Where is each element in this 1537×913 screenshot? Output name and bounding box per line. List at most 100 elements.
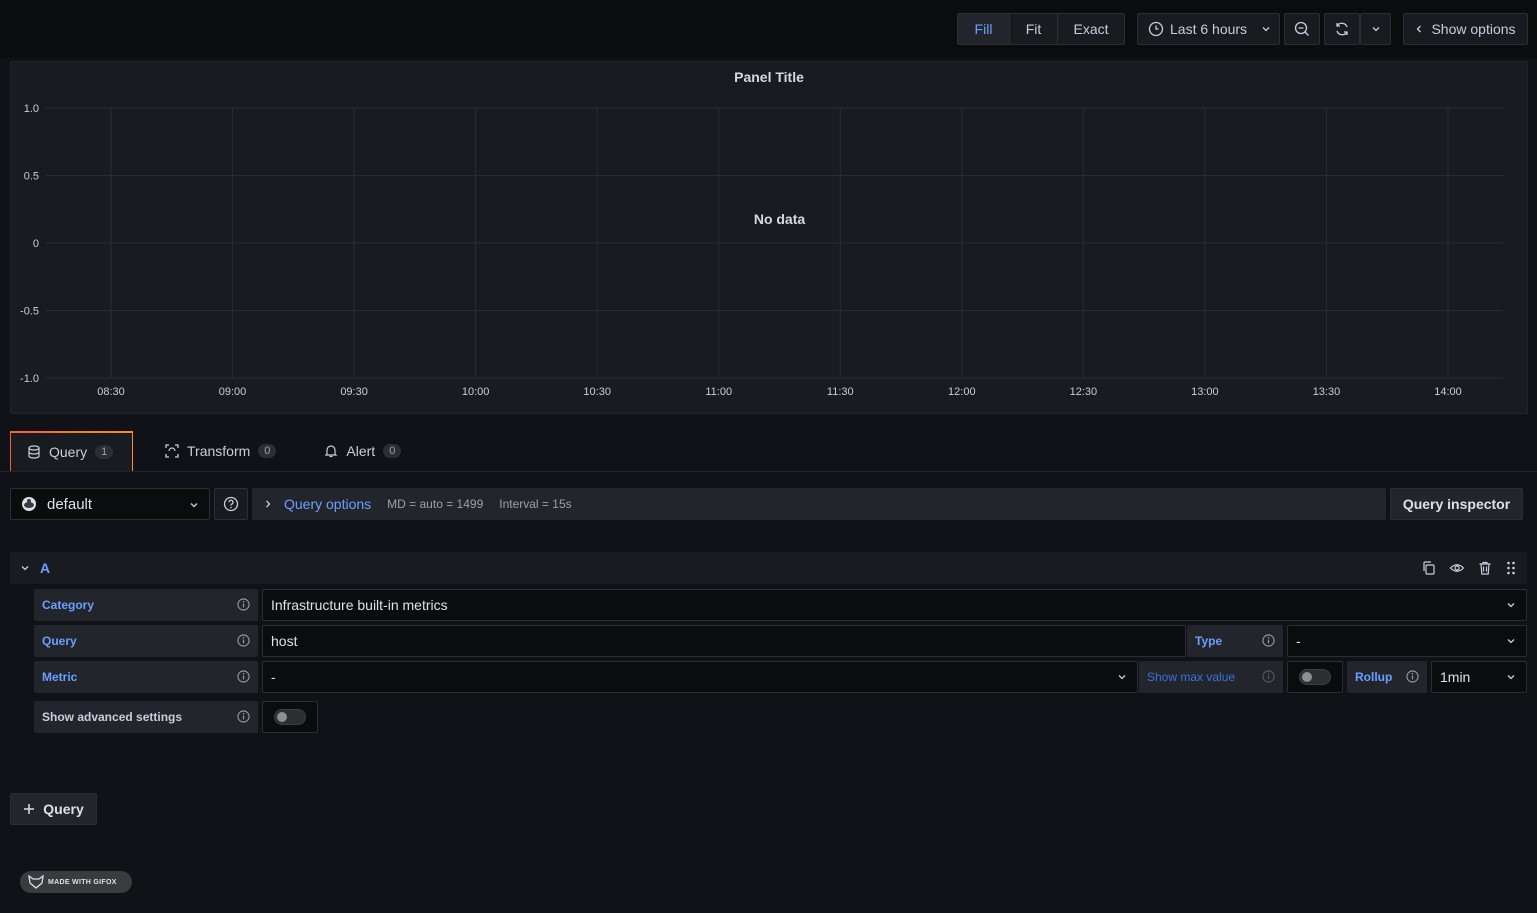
chevron-down-icon (1507, 639, 1515, 644)
zoom-mode-group: Fill Fit Exact (957, 13, 1125, 45)
x-tick-label: 14:00 (1434, 386, 1462, 398)
graph-panel: Panel Title 1.0 0.5 0 -0.5 -1.0 08:30 09:00 09:… (10, 61, 1528, 414)
refresh-button[interactable] (1324, 13, 1360, 45)
zoom-out-button[interactable] (1284, 13, 1320, 45)
info-circle-icon[interactable] (237, 634, 250, 647)
advanced-settings-toggle-wrap (262, 701, 318, 733)
gifox-watermark: MADE WITH GIFOX (20, 871, 132, 893)
type-label: Type (1187, 625, 1283, 657)
advanced-settings-toggle[interactable] (274, 709, 306, 725)
trash-icon[interactable] (1477, 560, 1493, 576)
show-max-value-toggle-wrap (1287, 661, 1343, 693)
max-data-points-info: MD = auto = 1499 (387, 497, 484, 511)
tab-query-count: 1 (95, 445, 114, 459)
category-value: Infrastructure built-in metrics (271, 597, 448, 613)
transform-icon (165, 444, 179, 458)
datasource-value: default (47, 495, 93, 513)
drag-handle-icon[interactable] (1505, 560, 1517, 576)
y-tick-label: 0 (33, 238, 39, 250)
query-input[interactable]: host (262, 625, 1186, 657)
tab-transform-label: Transform (187, 443, 251, 459)
tab-query[interactable]: Query 1 (10, 431, 133, 471)
tab-divider (0, 471, 1537, 472)
chevron-down-icon (1262, 27, 1270, 32)
tab-alert[interactable]: Alert 0 (308, 431, 417, 471)
duplicate-icon[interactable] (1421, 560, 1437, 576)
query-row-actions (1421, 560, 1517, 576)
query-value: host (271, 633, 298, 649)
rollup-select[interactable]: 1min (1431, 661, 1527, 693)
query-options-bar[interactable]: Query options MD = auto = 1499 Interval … (252, 488, 1386, 520)
category-select[interactable]: Infrastructure built-in metrics (262, 589, 1527, 621)
show-options-button[interactable]: Show options (1403, 13, 1528, 45)
category-label-text: Category (42, 598, 95, 612)
query-inspector-button[interactable]: Query inspector (1390, 488, 1523, 520)
x-tick-label: 11:30 (827, 386, 854, 398)
y-tick-label: -0.5 (20, 306, 39, 318)
add-query-button[interactable]: Query (10, 793, 97, 825)
x-tick-label: 08:30 (97, 386, 125, 398)
show-max-value-toggle[interactable] (1299, 669, 1331, 685)
query-row-header[interactable]: A (10, 552, 1527, 584)
refresh-icon (1336, 22, 1348, 36)
show-max-value-text: Show max value (1147, 670, 1236, 684)
y-tick-label: -1.0 (20, 373, 39, 385)
show-options-label: Show options (1431, 21, 1516, 37)
chevron-down-icon (1118, 675, 1126, 680)
query-label-text: Query (42, 634, 77, 648)
info-circle-icon[interactable] (1406, 670, 1419, 683)
rollup-value: 1min (1440, 669, 1471, 685)
query-options-link[interactable]: Query options (284, 496, 371, 512)
category-label: Category (34, 589, 258, 621)
query-label: Query (34, 625, 258, 657)
fox-logo-icon (28, 875, 44, 889)
type-select[interactable]: - (1287, 625, 1527, 657)
query-ref-id[interactable]: A (40, 560, 50, 576)
chevron-down-icon (1372, 27, 1379, 32)
info-circle-icon[interactable] (237, 598, 250, 611)
info-circle-icon[interactable] (1262, 670, 1275, 683)
exact-button[interactable]: Exact (1058, 14, 1124, 44)
fill-button[interactable]: Fill (958, 14, 1010, 44)
zoom-out-icon (1294, 21, 1309, 36)
refresh-interval-dropdown[interactable] (1360, 13, 1391, 45)
clock-icon (1148, 21, 1164, 37)
tab-transform[interactable]: Transform 0 (149, 431, 292, 471)
rollup-label: Rollup (1347, 661, 1427, 693)
chart-area: 1.0 0.5 0 -0.5 -1.0 08:30 09:00 09:30 10:00 10:30… (20, 103, 1503, 398)
x-tick-label: 09:30 (340, 386, 368, 398)
type-label-text: Type (1195, 634, 1223, 648)
datasource-logo-icon (22, 497, 36, 511)
gifox-text: MADE WITH GIFOX (48, 878, 117, 886)
x-tick-label: 13:30 (1313, 386, 1341, 398)
interval-info: Interval = 15s (499, 497, 572, 511)
plus-icon (24, 804, 35, 814)
chevron-left-icon (1417, 25, 1422, 33)
x-tick-label: 12:30 (1070, 386, 1098, 398)
datasource-help-button[interactable] (214, 488, 248, 520)
question-circle-icon (223, 496, 239, 512)
chevron-down-icon (1507, 675, 1515, 680)
fit-button[interactable]: Fit (1010, 14, 1058, 44)
eye-icon[interactable] (1449, 560, 1465, 576)
datasource-picker[interactable]: default (10, 488, 210, 520)
x-tick-label: 10:00 (462, 386, 490, 398)
time-range-picker[interactable]: Last 6 hours (1137, 13, 1280, 45)
top-toolbar: Fill Fit Exact Last 6 hours Show options (0, 0, 1537, 58)
tab-query-label: Query (49, 444, 88, 460)
tab-alert-label: Alert (346, 443, 376, 459)
add-query-label: Query (43, 801, 84, 817)
metric-select[interactable]: - (262, 661, 1138, 693)
info-circle-icon[interactable] (1262, 634, 1275, 647)
x-tick-label: 09:00 (219, 386, 247, 398)
x-tick-label: 11:00 (705, 386, 732, 398)
x-tick-label: 12:00 (948, 386, 976, 398)
chevron-down-icon (190, 503, 198, 508)
tab-transform-count: 0 (258, 444, 277, 458)
chevron-down-icon[interactable] (20, 563, 30, 573)
info-circle-icon[interactable] (237, 710, 250, 723)
x-tick-label: 13:00 (1191, 386, 1219, 398)
type-value: - (1296, 633, 1301, 649)
advanced-settings-label: Show advanced settings (34, 701, 258, 733)
info-circle-icon[interactable] (237, 670, 250, 683)
